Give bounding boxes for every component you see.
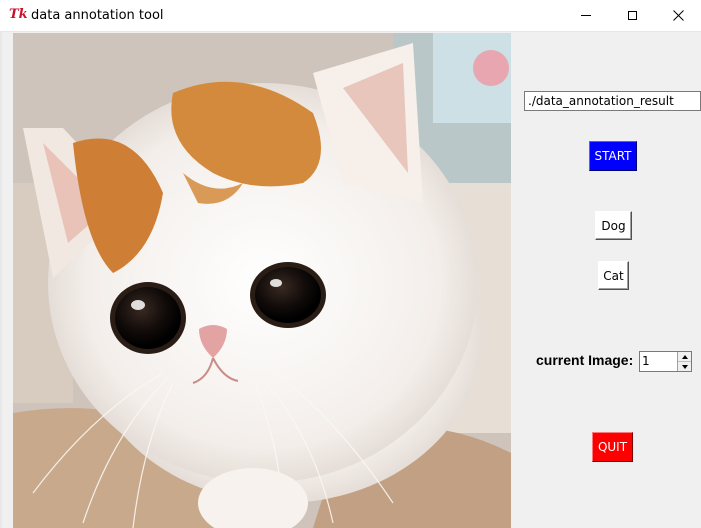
window-title: data annotation tool	[31, 8, 164, 23]
kitten-photo	[13, 33, 511, 528]
maximize-icon	[627, 11, 637, 20]
maximize-button[interactable]	[609, 0, 655, 31]
current-image-label: current Image:	[536, 352, 634, 368]
minimize-button[interactable]	[563, 0, 609, 31]
minimize-icon	[581, 15, 591, 16]
dog-button[interactable]: Dog	[595, 211, 632, 240]
annotation-image	[13, 33, 511, 528]
quit-button[interactable]: QUIT	[592, 432, 633, 462]
spinbox-arrows	[677, 352, 691, 371]
start-button[interactable]: START	[589, 141, 637, 171]
arrow-down-icon	[681, 364, 688, 369]
close-icon	[672, 10, 684, 21]
cat-button[interactable]: Cat	[598, 261, 629, 290]
current-image-value[interactable]: 1	[642, 354, 650, 369]
window-title-bar: Tk data annotation tool	[0, 0, 701, 32]
current-image-spinbox[interactable]: 1	[639, 351, 692, 372]
result-path-input[interactable]: ./data_annotation_result	[524, 91, 701, 111]
arrow-up-icon	[681, 354, 688, 359]
tk-feather-icon: Tk	[9, 7, 28, 22]
spin-down-button[interactable]	[678, 362, 691, 371]
window-frame-edge	[0, 31, 2, 528]
close-button[interactable]	[655, 0, 701, 31]
spin-up-button[interactable]	[678, 352, 691, 362]
